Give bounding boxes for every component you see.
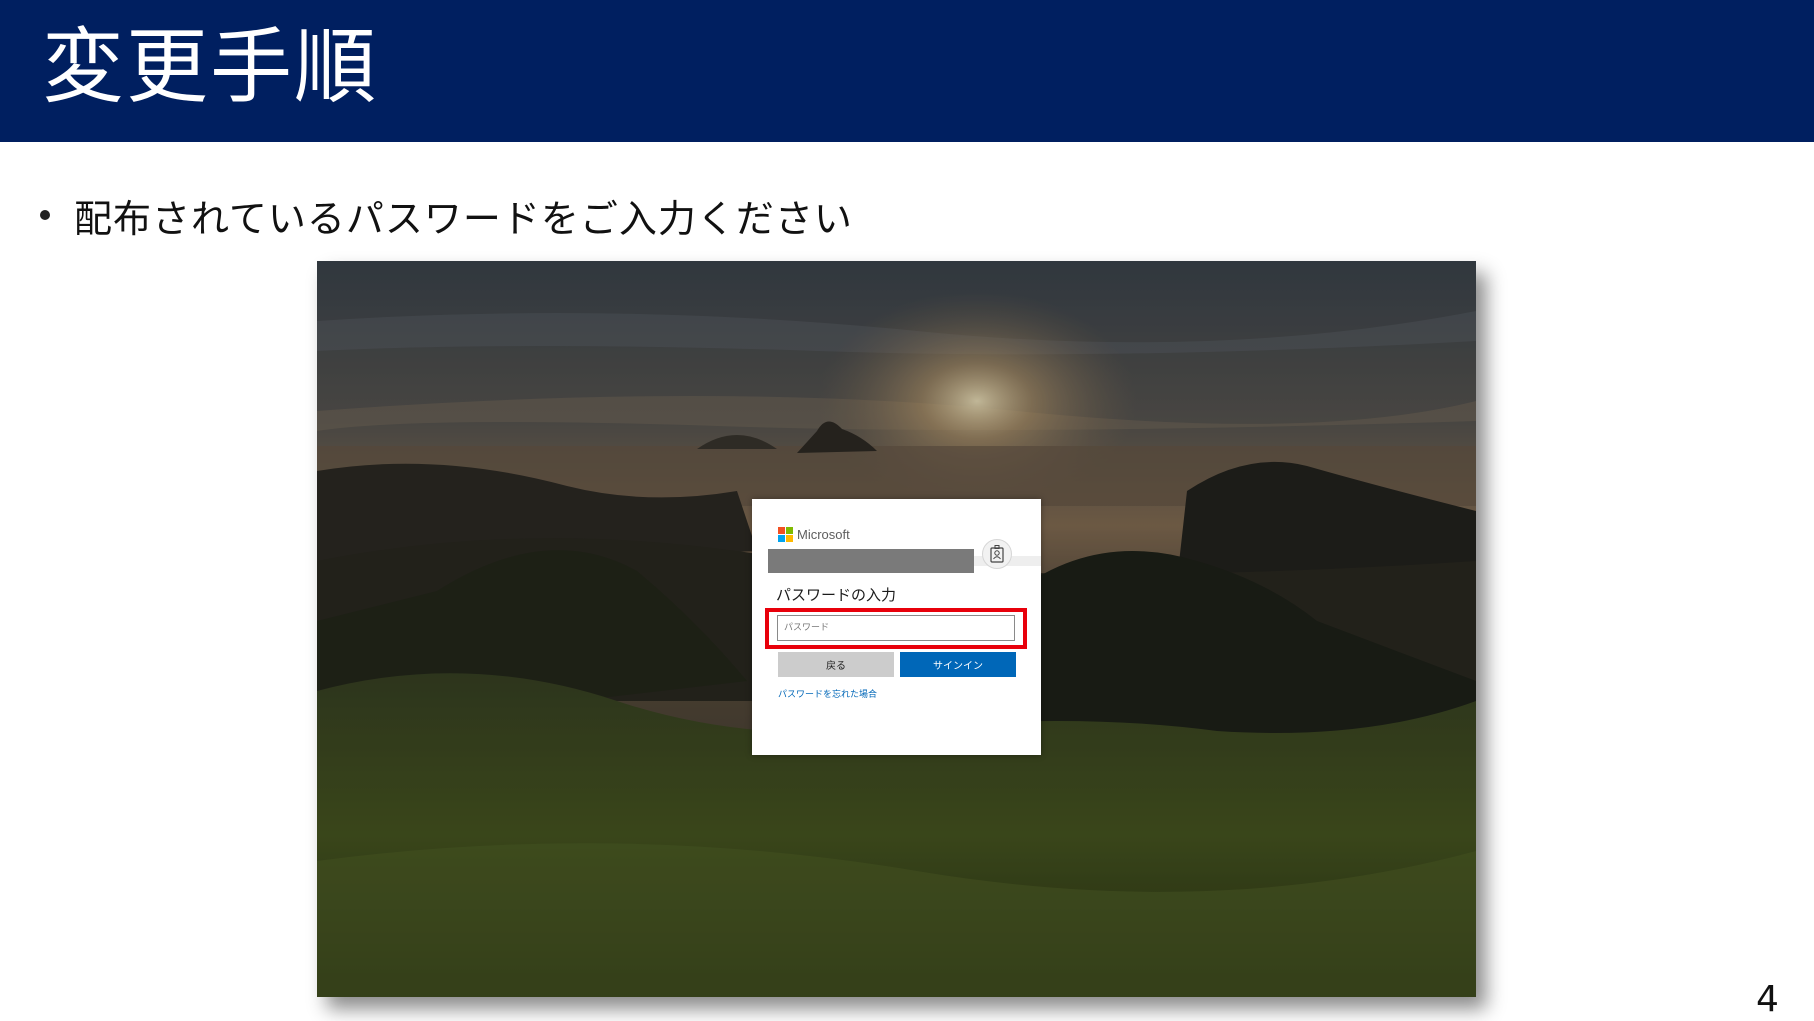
login-screenshot: Microsoft パスワードの入力 戻る サインイン パスワードを忘れた場合 xyxy=(317,261,1476,997)
dialog-heading: パスワードの入力 xyxy=(776,586,897,604)
password-input[interactable] xyxy=(777,615,1015,641)
bullet-icon xyxy=(40,210,50,220)
badge-icon xyxy=(982,539,1012,569)
brand-name: Microsoft xyxy=(797,526,850,542)
back-button[interactable]: 戻る xyxy=(778,652,894,677)
login-dialog: Microsoft パスワードの入力 戻る サインイン パスワードを忘れた場合 xyxy=(752,499,1041,755)
header-band: 変更手順 xyxy=(0,0,1814,142)
signin-button[interactable]: サインイン xyxy=(900,652,1016,677)
bullet-text: 配布されているパスワードをご入力ください xyxy=(74,196,853,241)
slide-title: 変更手順 xyxy=(42,20,379,115)
slide: 変更手順 配布されているパスワードをご入力ください Microsoft パスワー… xyxy=(0,0,1814,1021)
forgot-password-link[interactable]: パスワードを忘れた場合 xyxy=(778,687,877,700)
page-number: 4 xyxy=(1756,979,1779,1020)
microsoft-logo-icon xyxy=(778,526,793,542)
account-name-redacted xyxy=(768,549,974,573)
bullet-item: 配布されているパスワードをご入力ください xyxy=(40,190,853,241)
microsoft-brand: Microsoft xyxy=(778,525,850,543)
